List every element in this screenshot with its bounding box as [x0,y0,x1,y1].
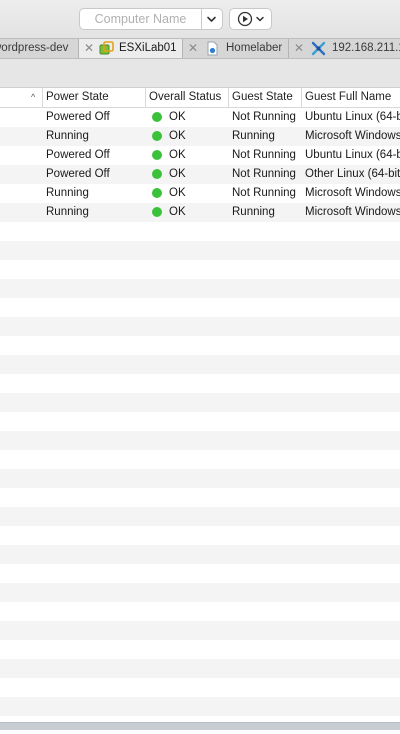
overall-status-cell: OK [169,187,186,199]
empty-row [0,469,400,488]
tab-label: wordpress-dev [0,42,69,54]
status-ok-icon [152,188,162,198]
table-row[interactable]: Powered Off OK Not Running Ubuntu Linux (64… [0,108,400,127]
network-x-icon [311,41,326,56]
sort-ascending-icon: ^ [31,92,36,102]
power-state-cell: Running [46,206,89,218]
tab-bar: wordpress-dev ✕ ESXiLab01 ✕ Homelaber ✕ … [0,38,400,59]
empty-row [0,222,400,241]
empty-row [0,298,400,317]
status-ok-icon [152,207,162,217]
guest-full-name-cell: Microsoft Windows [305,206,400,218]
empty-row [0,355,400,374]
empty-row [0,602,400,621]
overall-status-cell: OK [169,130,186,142]
empty-row [0,564,400,583]
table-row[interactable]: Running OK Not Running Microsoft Windows [0,184,400,203]
empty-row [0,545,400,564]
tab-label: ESXiLab01 [119,42,177,54]
guest-state-cell: Not Running [232,111,296,123]
vsphere-icon [99,41,114,55]
tab-homelaber[interactable]: ✕ Homelaber [183,39,289,58]
empty-row [0,583,400,602]
chevron-down-icon [207,16,216,22]
toolbar: Computer Name [0,0,400,38]
empty-row [0,241,400,260]
empty-row [0,279,400,298]
empty-row [0,317,400,336]
table-row[interactable]: Running OK Running Microsoft Windows [0,127,400,146]
power-state-cell: Powered Off [46,111,110,123]
table-row[interactable]: Powered Off OK Not Running Other Linux (64-… [0,165,400,184]
close-tab-icon[interactable]: ✕ [294,39,304,58]
power-state-cell: Powered Off [46,168,110,180]
status-ok-icon [152,131,162,141]
empty-row [0,659,400,678]
guest-full-name-cell: Microsoft Windows [305,130,400,142]
status-ok-icon [152,169,162,179]
vm-table-body: Powered Off OK Not Running Ubuntu Linux (64… [0,108,400,720]
column-header-power-state[interactable]: Power State [42,88,146,107]
tab-label: 192.168.211.1 [332,42,400,54]
tab-192-168-211-1[interactable]: ✕ 192.168.211.1 [289,39,400,58]
guest-state-cell: Not Running [232,149,296,161]
table-row[interactable]: Powered Off OK Not Running Ubuntu Linux (64… [0,146,400,165]
overall-status-cell: OK [169,111,186,123]
power-state-cell: Running [46,187,89,199]
empty-row [0,507,400,526]
play-menu-button[interactable] [229,8,272,30]
empty-row [0,412,400,431]
tab-esxilab01[interactable]: ✕ ESXiLab01 [79,39,183,58]
empty-row [0,697,400,716]
power-state-cell: Running [46,130,89,142]
empty-row [0,393,400,412]
column-header-name[interactable]: ^ [0,88,43,107]
empty-row [0,526,400,545]
column-header-guest-state[interactable]: Guest State [228,88,302,107]
guest-full-name-cell: Other Linux (64-bit) [305,168,400,180]
overall-status-cell: OK [169,206,186,218]
close-tab-icon[interactable]: ✕ [84,39,94,58]
empty-row [0,260,400,279]
guest-state-cell: Running [232,130,275,142]
search-dropdown-button[interactable] [202,8,223,30]
column-header-guest-full-name[interactable]: Guest Full Name [301,88,400,107]
overall-status-cell: OK [169,149,186,161]
close-tab-icon[interactable]: ✕ [188,39,198,58]
play-icon [237,11,264,27]
status-ok-icon [152,112,162,122]
guest-state-cell: Running [232,206,275,218]
column-header-overall-status[interactable]: Overall Status [145,88,229,107]
empty-row [0,678,400,697]
table-header: ^ Power State Overall Status Guest State… [0,88,400,108]
computer-name-search-field[interactable]: Computer Name [79,8,202,30]
empty-row [0,640,400,659]
horizontal-scrollbar[interactable] [0,722,400,730]
empty-row [0,374,400,393]
empty-row [0,450,400,469]
tab-label: Homelaber [226,42,283,54]
table-row[interactable]: Running OK Running Microsoft Windows [0,203,400,222]
guest-state-cell: Not Running [232,187,296,199]
empty-row [0,488,400,507]
empty-row [0,431,400,450]
guest-full-name-cell: Microsoft Windows [305,187,400,199]
guest-full-name-cell: Ubuntu Linux (64-bit) [305,149,400,161]
overall-status-cell: OK [169,168,186,180]
empty-row [0,621,400,640]
document-icon [207,41,218,56]
guest-full-name-cell: Ubuntu Linux (64-bit) [305,111,400,123]
guest-state-cell: Not Running [232,168,296,180]
empty-row [0,336,400,355]
tab-wordpress-dev[interactable]: wordpress-dev [0,39,79,58]
power-state-cell: Powered Off [46,149,110,161]
toolbar-band [0,59,400,88]
status-ok-icon [152,150,162,160]
